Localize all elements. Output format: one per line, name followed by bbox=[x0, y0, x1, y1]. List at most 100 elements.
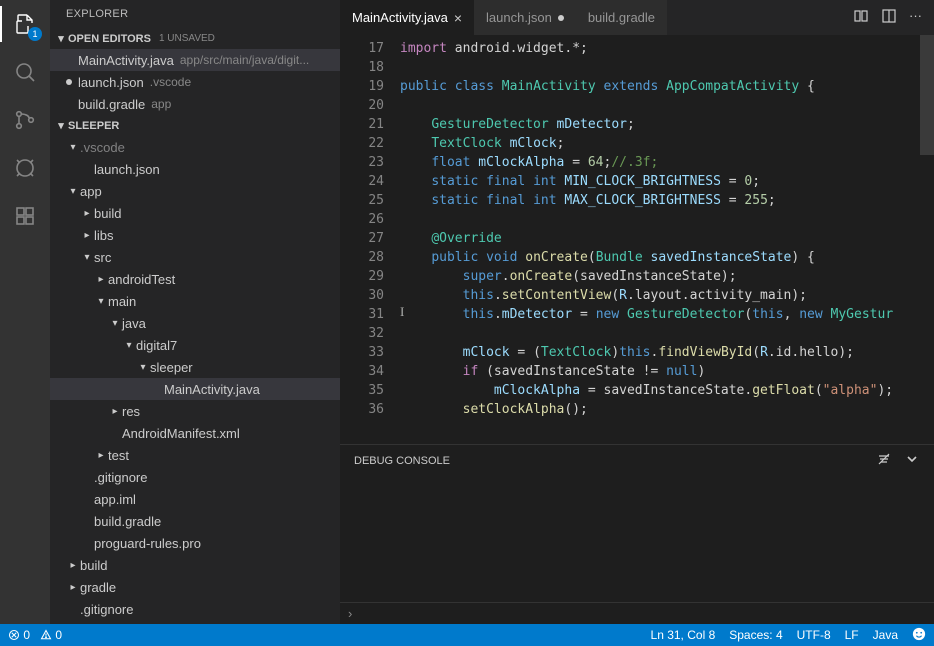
more-icon[interactable]: ··· bbox=[909, 8, 922, 27]
code-line[interactable]: mClock = (TextClock)this.findViewById(R.… bbox=[400, 343, 920, 362]
folder-item[interactable]: ▾app bbox=[50, 180, 340, 202]
folder-item[interactable]: ▸res bbox=[50, 400, 340, 422]
minimap[interactable] bbox=[920, 35, 934, 444]
sidebar: EXPLORER ▾ OPEN EDITORS 1 UNSAVED MainAc… bbox=[50, 0, 340, 624]
compare-icon[interactable] bbox=[853, 8, 869, 27]
tab-label: launch.json bbox=[486, 10, 552, 25]
editor-tab[interactable]: launch.json bbox=[474, 0, 576, 35]
code-line[interactable] bbox=[400, 210, 920, 229]
feedback-icon[interactable] bbox=[912, 627, 926, 644]
minimap-thumb[interactable] bbox=[920, 35, 934, 155]
debug-icon[interactable] bbox=[11, 154, 39, 182]
workspace-header[interactable]: ▾ SLEEPER bbox=[50, 115, 340, 136]
code-line[interactable]: mClockAlpha = savedInstanceState.getFloa… bbox=[400, 381, 920, 400]
folder-item[interactable]: ▾main bbox=[50, 290, 340, 312]
item-label: .gitignore bbox=[94, 470, 147, 485]
file-item[interactable]: build.gradle bbox=[50, 510, 340, 532]
folder-item[interactable]: ▾src bbox=[50, 246, 340, 268]
editor-body[interactable]: 1718192021222324252627282930313233343536… bbox=[340, 35, 934, 444]
code-line[interactable]: this.setContentView(R.layout.activity_ma… bbox=[400, 286, 920, 305]
file-path: app/src/main/java/digit... bbox=[180, 53, 309, 67]
open-editor-item[interactable]: build.gradle app bbox=[50, 93, 340, 115]
code-line[interactable]: static final int MIN_CLOCK_BRIGHTNESS = … bbox=[400, 172, 920, 191]
chevron-down-icon: ▾ bbox=[66, 142, 80, 153]
chevron-right-icon: ▸ bbox=[66, 582, 80, 593]
item-label: sleeper bbox=[150, 360, 193, 375]
source-control-icon[interactable] bbox=[11, 106, 39, 134]
split-editor-icon[interactable] bbox=[881, 8, 897, 27]
file-name: build.gradle bbox=[78, 97, 145, 112]
debug-console-panel: DEBUG CONSOLE › bbox=[340, 444, 934, 624]
file-item[interactable]: MainActivity.java bbox=[50, 378, 340, 400]
code-line[interactable]: this.mDetector = new GestureDetector(thi… bbox=[400, 305, 920, 324]
code-line[interactable]: super.onCreate(savedInstanceState); bbox=[400, 267, 920, 286]
folder-item[interactable]: ▸libs bbox=[50, 224, 340, 246]
folder-item[interactable]: ▸build bbox=[50, 554, 340, 576]
file-item[interactable]: .gitignore bbox=[50, 598, 340, 620]
file-item[interactable]: AndroidManifest.xml bbox=[50, 422, 340, 444]
tab-label: build.gradle bbox=[588, 10, 655, 25]
breadcrumb-chevron: › bbox=[348, 606, 352, 621]
explorer-icon[interactable]: 1 bbox=[11, 10, 39, 38]
open-editors-label: OPEN EDITORS bbox=[68, 33, 151, 45]
file-path: app bbox=[151, 97, 171, 111]
code-line[interactable] bbox=[400, 324, 920, 343]
folder-item[interactable]: ▾sleeper bbox=[50, 356, 340, 378]
unsaved-tag: 1 UNSAVED bbox=[159, 33, 215, 44]
open-editors-header[interactable]: ▾ OPEN EDITORS 1 UNSAVED bbox=[50, 28, 340, 49]
open-editors-list: MainActivity.javaapp/src/main/java/digit… bbox=[50, 49, 340, 115]
debug-console-body[interactable] bbox=[340, 476, 934, 602]
code-line[interactable] bbox=[400, 96, 920, 115]
debug-console-title: DEBUG CONSOLE bbox=[354, 455, 450, 467]
close-icon[interactable]: × bbox=[454, 10, 462, 26]
folder-item[interactable]: ▸gradle bbox=[50, 576, 340, 598]
code-line[interactable]: import android.widget.*; bbox=[400, 39, 920, 58]
chevron-down-icon: ▾ bbox=[66, 186, 80, 197]
item-label: build bbox=[94, 206, 121, 221]
code-content[interactable]: import android.widget.*; public class Ma… bbox=[400, 35, 920, 444]
editor-tab[interactable]: build.gradle bbox=[576, 0, 667, 35]
folder-item[interactable]: ▾java bbox=[50, 312, 340, 334]
code-line[interactable]: public void onCreate(Bundle savedInstanc… bbox=[400, 248, 920, 267]
item-label: build.gradle bbox=[94, 514, 161, 529]
language-status[interactable]: Java bbox=[873, 628, 898, 642]
item-label: res bbox=[122, 404, 140, 419]
item-label: proguard-rules.pro bbox=[94, 536, 201, 551]
code-line[interactable]: TextClock mClock; bbox=[400, 134, 920, 153]
folder-item[interactable]: ▾digital7 bbox=[50, 334, 340, 356]
item-label: app bbox=[80, 184, 102, 199]
folder-item[interactable]: ▸androidTest bbox=[50, 268, 340, 290]
code-line[interactable]: static final int MAX_CLOCK_BRIGHTNESS = … bbox=[400, 191, 920, 210]
file-item[interactable]: proguard-rules.pro bbox=[50, 532, 340, 554]
open-editor-item[interactable]: launch.json.vscode bbox=[50, 71, 340, 93]
folder-item[interactable]: ▾.vscode bbox=[50, 136, 340, 158]
code-line[interactable]: if (savedInstanceState != null) bbox=[400, 362, 920, 381]
chevron-down-icon: ▾ bbox=[54, 119, 68, 132]
code-line[interactable]: public class MainActivity extends AppCom… bbox=[400, 77, 920, 96]
tab-label: MainActivity.java bbox=[352, 10, 448, 25]
open-editor-item[interactable]: MainActivity.javaapp/src/main/java/digit… bbox=[50, 49, 340, 71]
code-line[interactable]: float mClockAlpha = 64;//.3f; bbox=[400, 153, 920, 172]
file-item[interactable]: .gitignore bbox=[50, 466, 340, 488]
search-icon[interactable] bbox=[11, 58, 39, 86]
eol-status[interactable]: LF bbox=[845, 628, 859, 642]
folder-item[interactable]: ▸build bbox=[50, 202, 340, 224]
breadcrumb-bar[interactable]: › bbox=[340, 602, 934, 624]
errors-status[interactable]: 0 bbox=[8, 628, 30, 642]
code-line[interactable]: setClockAlpha(); bbox=[400, 400, 920, 419]
warnings-status[interactable]: 0 bbox=[40, 628, 62, 642]
file-item[interactable]: launch.json bbox=[50, 158, 340, 180]
extensions-icon[interactable] bbox=[11, 202, 39, 230]
indentation-status[interactable]: Spaces: 4 bbox=[729, 628, 782, 642]
file-name: launch.json bbox=[78, 75, 144, 90]
file-item[interactable]: app.iml bbox=[50, 488, 340, 510]
clear-console-icon[interactable] bbox=[876, 451, 892, 470]
code-line[interactable]: GestureDetector mDetector; bbox=[400, 115, 920, 134]
code-line[interactable]: @Override bbox=[400, 229, 920, 248]
folder-item[interactable]: ▸test bbox=[50, 444, 340, 466]
encoding-status[interactable]: UTF-8 bbox=[797, 628, 831, 642]
editor-tab[interactable]: MainActivity.java × bbox=[340, 0, 474, 35]
chevron-down-icon[interactable] bbox=[904, 451, 920, 470]
cursor-position[interactable]: Ln 31, Col 8 bbox=[651, 628, 716, 642]
code-line[interactable] bbox=[400, 58, 920, 77]
